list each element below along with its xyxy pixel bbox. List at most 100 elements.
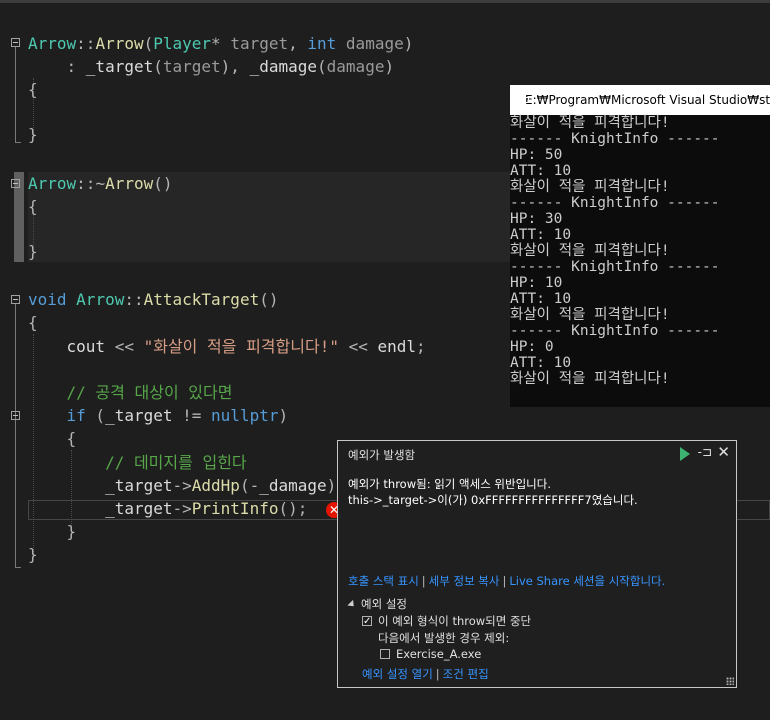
code-token: void	[28, 290, 67, 309]
exception-message-line1: 예외가 throw됨: 읽기 액세스 위반입니다.	[348, 477, 551, 491]
code-token: (	[153, 57, 163, 76]
console-titlebar[interactable]: E:₩Program₩Microsoft Visual Studio₩studi	[510, 85, 770, 115]
code-token: Arrow	[76, 290, 125, 309]
fold-toggle-icon[interactable]	[11, 411, 20, 420]
fold-toggle-icon[interactable]	[11, 295, 20, 304]
code-token: "화살이 적을 피격합니다!"	[143, 337, 339, 356]
code-token: damage	[345, 34, 404, 53]
link-separator: |	[421, 574, 426, 588]
code-token: ()	[259, 290, 279, 309]
console-window[interactable]: E:₩Program₩Microsoft Visual Studio₩studi…	[510, 85, 770, 407]
console-output-line: 화살이 적을 피격합니다!	[510, 115, 670, 131]
code-line-attack-close[interactable]: }	[28, 544, 38, 566]
code-token: AddHp	[191, 476, 240, 495]
code-token: AttackTarget	[143, 290, 260, 309]
code-token: ->	[172, 499, 192, 518]
break-when-thrown-label: 이 예외 형식이 throw되면 중단	[378, 614, 532, 628]
code-token: *	[211, 34, 231, 53]
console-output-line: 화살이 적을 피격합니다!	[510, 243, 670, 259]
show-call-stack-link[interactable]: 호출 스택 표시	[348, 574, 419, 588]
console-output-line: ------ KnightInfo ------	[510, 195, 720, 211]
code-token: Arrow	[28, 34, 77, 53]
code-token: target	[230, 34, 289, 53]
code-token: cout	[66, 337, 106, 356]
code-token: <<	[105, 337, 144, 356]
code-token: <<	[338, 337, 378, 356]
code-token: if	[66, 406, 86, 425]
code-line-ctor-init[interactable]: : _target(target), _damage(damage)	[28, 56, 395, 78]
code-line-ctor-open[interactable]: {	[28, 79, 38, 101]
code-line-if-close[interactable]: }	[28, 521, 77, 543]
console-title: E:₩Program₩Microsoft Visual Studio₩studi	[525, 93, 770, 107]
code-line-addhp-line[interactable]: _target->AddHp(-_damage);	[28, 475, 346, 497]
open-exception-settings-link[interactable]: 예외 설정 열기	[362, 666, 433, 682]
console-output-line: ------ KnightInfo ------	[510, 131, 720, 147]
code-line-cout-line[interactable]: cout << "화살이 적을 피격합니다!" << endl;	[28, 336, 426, 358]
code-token: // 데미지를 입힌다	[28, 453, 247, 472]
pin-icon[interactable]: -⊐	[698, 445, 712, 459]
code-token: PrintInfo	[191, 499, 279, 518]
except-when-from-label: 다음에서 발생한 경우 제외:	[378, 631, 510, 645]
code-line-dtor-close[interactable]: }	[28, 241, 38, 263]
console-output-line: ATT: 10	[510, 355, 572, 371]
code-token: _target	[85, 57, 154, 76]
exception-popup[interactable]: 예외가 발생함 -⊐ ✕ 예외가 throw됨: 읽기 액세스 위반입니다. t…	[337, 440, 737, 688]
exception-message-line2: this->_target->이(가) 0xFFFFFFFFFFFFFFF7였습…	[348, 493, 638, 507]
code-token: Arrow	[28, 174, 77, 193]
code-line-attack-open[interactable]: {	[28, 312, 38, 334]
code-line-printinfo-line[interactable]: _target->PrintInfo();	[28, 498, 307, 520]
code-token: {	[28, 429, 77, 448]
code-token: {	[28, 197, 38, 216]
code-line-comment-1[interactable]: // 공격 대상이 있다면	[28, 382, 233, 404]
code-token: )	[403, 34, 414, 53]
edit-conditions-link[interactable]: 조건 편집	[443, 666, 489, 682]
code-line-attack-sig[interactable]: void Arrow::AttackTarget()	[28, 289, 278, 311]
code-line-ctor-close[interactable]: }	[28, 124, 38, 146]
exception-settings-section[interactable]: 예외 설정	[347, 596, 407, 612]
module-exclude-row[interactable]: Exercise_A.exe	[380, 647, 481, 661]
code-token: ::	[76, 34, 96, 53]
exception-links: 호출 스택 표시 | 세부 정보 복사 | Live Share 세션을 시작합니다.	[348, 573, 665, 589]
code-token: ,	[288, 34, 308, 53]
fold-toggle-icon[interactable]	[11, 179, 20, 188]
console-output-line: ------ KnightInfo ------	[510, 323, 720, 339]
fold-line	[15, 47, 16, 142]
break-when-thrown-row[interactable]: ✓ 이 예외 형식이 throw되면 중단	[362, 613, 531, 629]
resize-grip[interactable]	[726, 677, 734, 685]
code-token: ;	[416, 337, 426, 356]
copy-details-link[interactable]: 세부 정보 복사	[429, 574, 500, 588]
code-line-dtor-sig[interactable]: Arrow::~Arrow()	[28, 173, 173, 195]
console-output-line: ------ KnightInfo ------	[510, 259, 720, 275]
console-output-line: HP: 0	[510, 339, 554, 355]
code-token: ::	[124, 290, 144, 309]
code-token: ->	[172, 476, 192, 495]
console-output-line: 화살이 적을 피격합니다!	[510, 307, 670, 323]
code-token: _target	[105, 499, 173, 518]
exception-header: 예외가 발생함	[348, 448, 416, 462]
code-token: (	[85, 406, 106, 425]
fold-line-end	[15, 142, 21, 143]
module-exclude-checkbox[interactable]	[380, 649, 390, 659]
code-line-dtor-open[interactable]: {	[28, 196, 38, 218]
live-share-link[interactable]: Live Share 세션을 시작합니다.	[509, 574, 665, 588]
code-token: ),	[220, 57, 250, 76]
close-icon[interactable]: ✕	[717, 443, 730, 461]
continue-play-icon[interactable]	[680, 447, 690, 461]
code-line-if-open[interactable]: {	[28, 428, 77, 450]
code-token: _damage	[249, 57, 318, 76]
code-token: nullptr	[211, 406, 279, 425]
code-token: (	[143, 34, 154, 53]
code-token: ::~	[76, 174, 106, 193]
code-token: !=	[172, 406, 212, 425]
code-line-comment-2[interactable]: // 데미지를 입힌다	[28, 452, 247, 474]
fold-toggle-icon[interactable]	[11, 38, 20, 47]
code-token: _target	[105, 406, 173, 425]
collapse-triangle-icon[interactable]	[347, 599, 357, 610]
code-line-if-line[interactable]: if (_target != nullptr)	[28, 405, 289, 427]
code-line-ctor-sig[interactable]: Arrow::Arrow(Player* target, int damage)	[28, 33, 413, 55]
code-token: _damage	[259, 476, 327, 495]
break-when-thrown-checkbox[interactable]: ✓	[362, 616, 372, 627]
link-separator: |	[435, 667, 440, 681]
